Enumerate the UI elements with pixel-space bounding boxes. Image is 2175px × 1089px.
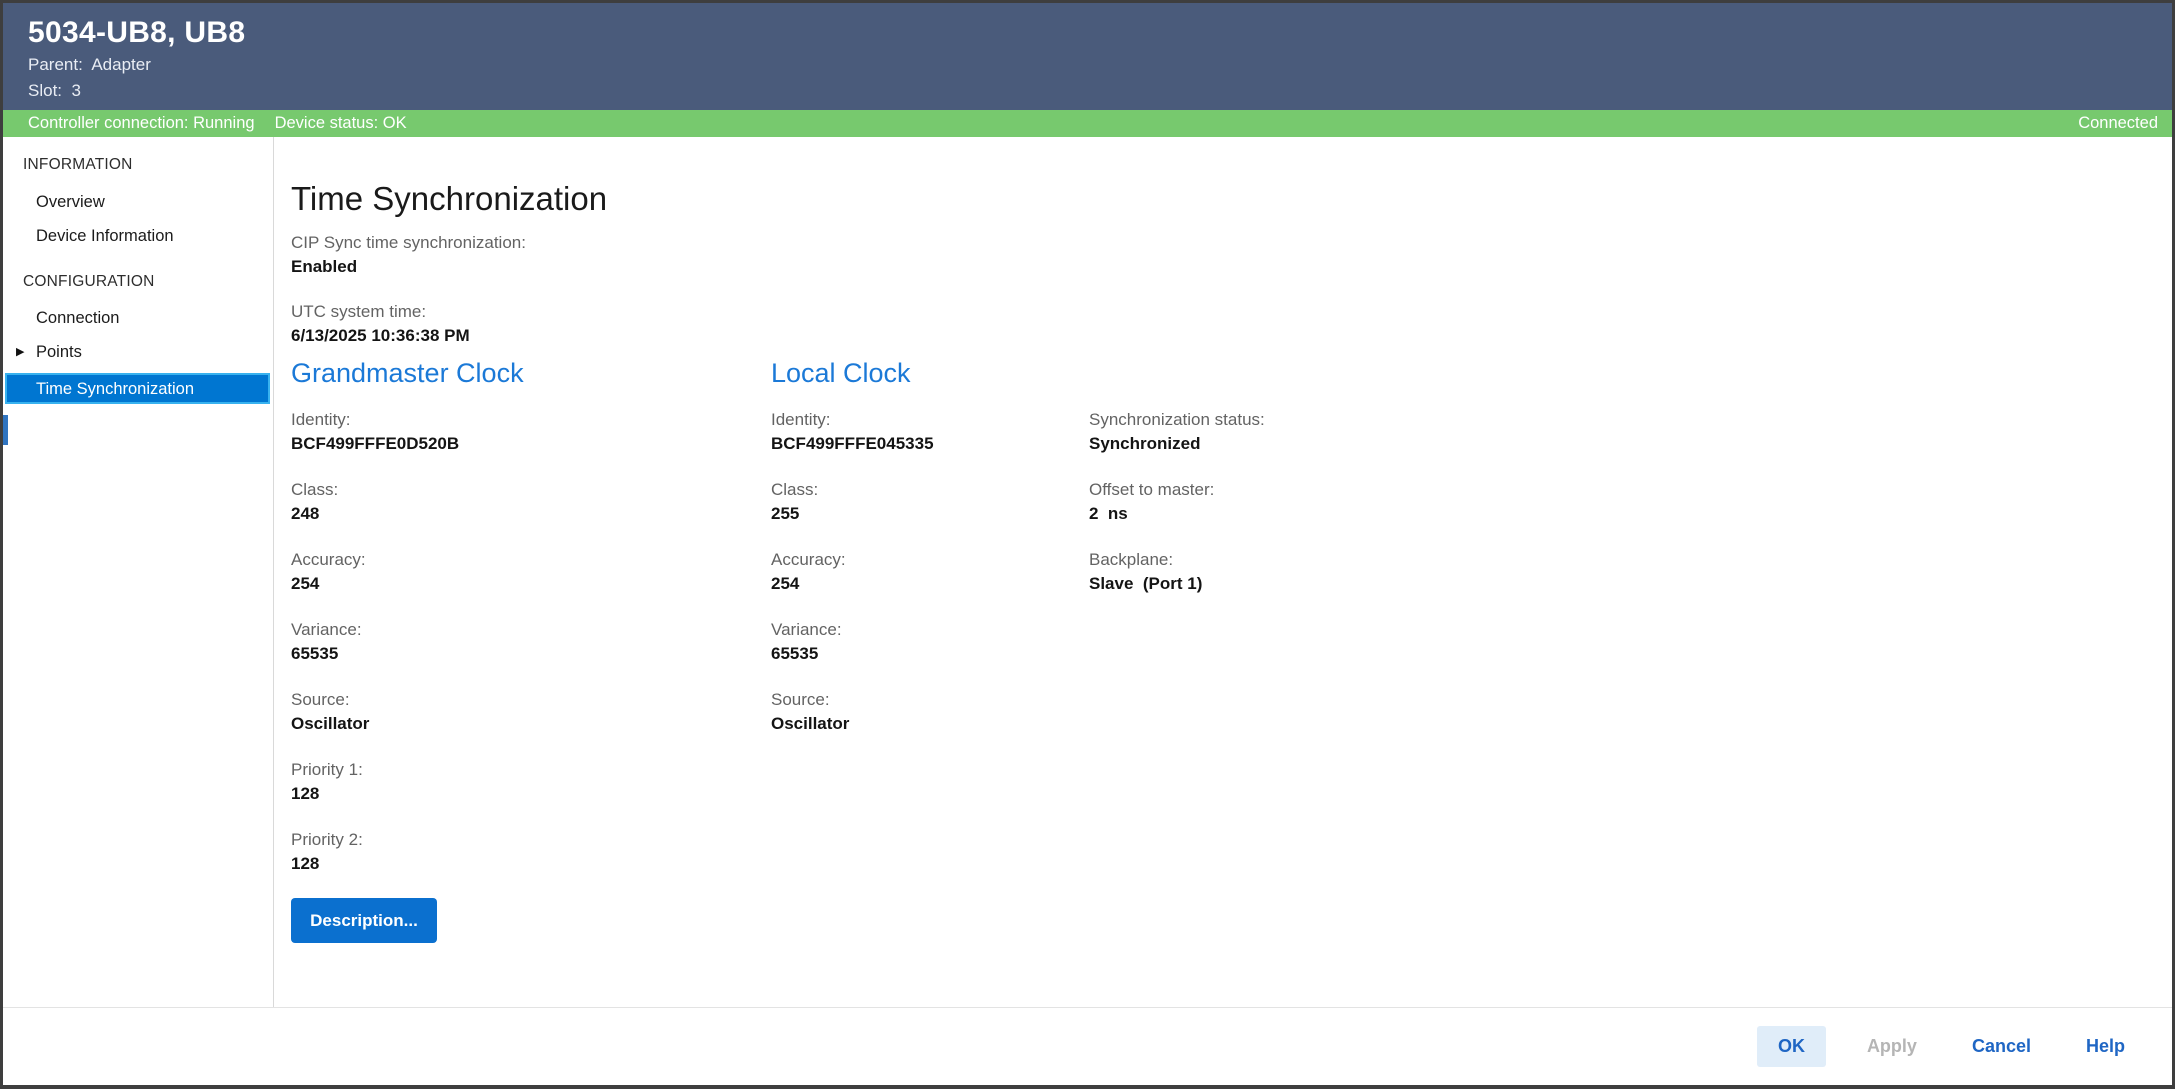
apply-button[interactable]: Apply — [1853, 1026, 1931, 1067]
field-offset-to-master: Offset to master: 2 ns — [1089, 478, 1529, 526]
field-local-variance: Variance: 65535 — [771, 618, 1211, 666]
field-value: 254 — [291, 574, 320, 593]
field-value: 6/13/2025 10:36:38 PM — [291, 326, 470, 345]
field-label: Class: — [291, 480, 339, 499]
field-gm-accuracy: Accuracy: 254 — [291, 548, 731, 596]
field-label: Accuracy: — [291, 550, 366, 569]
local-clock-heading: Local Clock — [771, 358, 911, 388]
grandmaster-clock-heading: Grandmaster Clock — [291, 358, 524, 388]
connection-state-badge: Connected — [2078, 114, 2158, 132]
field-value: 65535 — [771, 644, 819, 663]
help-button[interactable]: Help — [2072, 1026, 2139, 1067]
description-button[interactable]: Description... — [291, 898, 437, 943]
field-value: 128 — [291, 784, 320, 803]
field-label: CIP Sync time synchronization: — [291, 233, 526, 252]
field-gm-source: Source: Oscillator — [291, 688, 731, 736]
grandmaster-clock-column: Identity: BCF499FFFE0D520B Class: 248 Ac… — [291, 408, 731, 943]
expand-arrow-icon[interactable]: ▶ — [16, 341, 24, 363]
field-label: Offset to master: — [1089, 480, 1215, 499]
device-slot: Slot: 3 — [28, 81, 81, 100]
field-value: Synchronized — [1089, 434, 1201, 453]
field-gm-class: Class: 248 — [291, 478, 731, 526]
field-label: Priority 1: — [291, 760, 363, 779]
field-sync-status: Synchronization status: Synchronized — [1089, 408, 1529, 456]
footer: OK Apply Cancel Help — [3, 1007, 2172, 1085]
device-parent: Parent: Adapter — [28, 55, 151, 74]
field-label: Source: — [291, 690, 350, 709]
field-value: 65535 — [291, 644, 339, 663]
field-value: Oscillator — [771, 714, 850, 733]
field-gm-priority2: Priority 2: 128 — [291, 828, 731, 876]
field-label: Variance: — [291, 620, 362, 639]
field-label: Synchronization status: — [1089, 410, 1265, 429]
field-value: 128 — [291, 854, 320, 873]
sidebar-item-points[interactable]: Points — [36, 341, 82, 363]
sidebar-section-configuration: CONFIGURATION — [23, 273, 155, 290]
field-gm-priority1: Priority 1: 128 — [291, 758, 731, 806]
sidebar: INFORMATION Overview Device Information … — [3, 137, 274, 1007]
controller-connection-status: Controller connection: Running — [28, 114, 255, 132]
sidebar-item-overview[interactable]: Overview — [36, 191, 105, 213]
field-label: Priority 2: — [291, 830, 363, 849]
field-value: Slave (Port 1) — [1089, 574, 1203, 593]
field-label: UTC system time: — [291, 302, 427, 321]
field-value: Oscillator — [291, 714, 370, 733]
sidebar-item-connection[interactable]: Connection — [36, 307, 119, 329]
field-local-source: Source: Oscillator — [771, 688, 1211, 736]
sync-status-column: Synchronization status: Synchronized Off… — [1089, 408, 1529, 618]
cancel-button[interactable]: Cancel — [1958, 1026, 2045, 1067]
field-label: Identity: — [291, 410, 351, 429]
sidebar-item-time-synchronization[interactable]: Time Synchronization — [5, 373, 270, 404]
field-cip-sync: CIP Sync time synchronization: Enabled — [291, 231, 526, 279]
ok-button[interactable]: OK — [1756, 1026, 1826, 1067]
field-backplane: Backplane: Slave (Port 1) — [1089, 548, 1529, 596]
field-value: Enabled — [291, 257, 358, 276]
field-value: 248 — [291, 504, 320, 523]
sidebar-item-device-information[interactable]: Device Information — [36, 225, 174, 247]
device-status: Device status: OK — [274, 114, 407, 132]
field-gm-variance: Variance: 65535 — [291, 618, 731, 666]
field-value: 2 ns — [1089, 504, 1128, 523]
field-gm-identity: Identity: BCF499FFFE0D520B — [291, 408, 731, 456]
header: 5034-UB8, UB8 Parent: Adapter Slot: 3 — [3, 3, 2172, 110]
field-label: Variance: — [771, 620, 842, 639]
sidebar-section-information: INFORMATION — [23, 156, 133, 173]
main-panel: Time Synchronization CIP Sync time synch… — [275, 137, 2172, 1007]
field-label: Source: — [771, 690, 830, 709]
page-title: Time Synchronization — [291, 180, 608, 218]
field-utc-system-time: UTC system time: 6/13/2025 10:36:38 PM — [291, 300, 470, 348]
focus-indicator — [3, 415, 8, 445]
field-label: Backplane: — [1089, 550, 1174, 569]
field-value: BCF499FFFE0D520B — [291, 434, 460, 453]
status-bar: Controller connection: Running Device st… — [3, 110, 2172, 137]
device-properties-window: 5034-UB8, UB8 Parent: Adapter Slot: 3 Co… — [0, 0, 2175, 1089]
device-title: 5034-UB8, UB8 — [28, 16, 246, 49]
